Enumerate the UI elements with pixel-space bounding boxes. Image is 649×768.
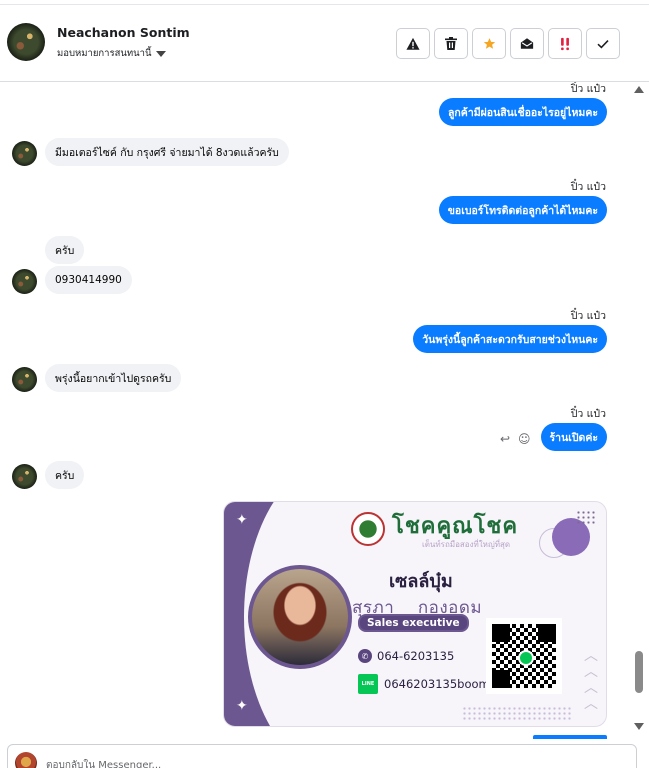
message-thread[interactable]: ปิ๋ว แป๋ว ลูกค้ามีผ่อนสินเชื่ออะไรอยู่ไห…	[0, 82, 630, 740]
card-phone-row: ✆ 064-6203135	[358, 649, 454, 663]
brand-logo-icon	[351, 512, 385, 546]
contact-name[interactable]: Neachanon Sontim	[57, 25, 190, 40]
card-tagline: เต็นท์รถมือสองที่ใหญ่ที่สุด	[422, 540, 511, 549]
contact-avatar-small[interactable]	[12, 269, 37, 294]
delete-button[interactable]	[434, 28, 468, 59]
sparkle-icon: ✦	[236, 512, 248, 528]
phone-icon: ✆	[358, 649, 372, 663]
trash-icon	[445, 37, 457, 50]
contact-avatar-small[interactable]	[12, 367, 37, 392]
chevron-down-icon	[155, 50, 166, 57]
contact-avatar-small[interactable]	[12, 464, 37, 489]
report-spam-button[interactable]	[396, 28, 430, 59]
mark-done-button[interactable]	[586, 28, 620, 59]
warning-icon	[406, 37, 420, 50]
seen-indicator: ปิ๋ว แป๋ว	[570, 181, 606, 193]
outgoing-message[interactable]: ขอเบอร์โทรติดต่อลูกค้าได้ไหมคะ	[438, 196, 607, 224]
page-avatar	[15, 752, 37, 768]
star-button[interactable]	[472, 28, 506, 59]
chevron-decor-icon: ︿ ︿ ︿ ︿	[584, 648, 598, 712]
business-card-image[interactable]: ✦ ✦ โชคคูณโชค เต็นท์รถมือสองที่ใหญ่ที่สุ…	[223, 501, 607, 727]
scroll-down-icon[interactable]	[634, 723, 644, 730]
thread-scrollbar[interactable]	[630, 82, 649, 740]
assign-label: มอบหมายการสนทนานี้	[57, 48, 152, 59]
incoming-message[interactable]: มีมอเตอร์ไซค์ กับ กรุงศรี จ่ายมาได้ 8งวด…	[45, 138, 289, 166]
scroll-thumb[interactable]	[635, 651, 643, 693]
react-emoji-icon[interactable]: ☺	[518, 432, 531, 446]
star-icon	[483, 38, 495, 49]
outgoing-message[interactable]: ร้านเปิดค่ะ	[540, 423, 607, 451]
card-line-row: LINE 0646203135boom	[358, 674, 490, 694]
decor-dot-grid	[462, 706, 572, 720]
check-icon	[597, 39, 609, 49]
incoming-message[interactable]: ครับ	[45, 236, 85, 264]
qr-code	[486, 618, 562, 694]
seen-indicator: ปิ๋ว แป๋ว	[570, 83, 606, 95]
seen-indicator: ปิ๋ว แป๋ว	[570, 310, 606, 322]
card-job-title: Sales executive	[358, 614, 469, 632]
outgoing-message-partial	[533, 735, 607, 739]
incoming-message[interactable]: พรุ่งนี้อยากเข้าไปดูรถครับ	[45, 364, 182, 392]
mark-unread-button[interactable]	[510, 28, 544, 59]
seen-indicator: ปิ๋ว แป๋ว	[570, 408, 606, 420]
contact-avatar[interactable]	[7, 23, 45, 61]
decor-dots	[576, 510, 596, 526]
outgoing-message[interactable]: ลูกค้ามีผ่อนสินเชื่ออะไรอยู่ไหมคะ	[439, 98, 607, 126]
salesperson-photo	[248, 565, 352, 669]
reply-icon[interactable]: ↩	[500, 432, 510, 446]
reply-composer[interactable]: ตอบกลับใน Messenger...	[7, 744, 637, 768]
envelope-open-icon	[520, 38, 534, 49]
assign-conversation-dropdown[interactable]: มอบหมายการสนทนานี้	[57, 46, 166, 61]
incoming-message[interactable]: 0930414990	[45, 266, 132, 294]
sparkle-icon: ✦	[236, 698, 248, 714]
contact-avatar-small[interactable]	[12, 141, 37, 166]
card-phone: 064-6203135	[377, 649, 455, 663]
card-nickname: เซลล์บุ๋ม	[389, 571, 453, 592]
reply-input[interactable]: ตอบกลับใน Messenger...	[46, 758, 161, 768]
card-line-id: 0646203135boom	[384, 677, 490, 691]
outgoing-message[interactable]: วันพรุ่งนี้ลูกค้าสะดวกรับสายช่วงไหนคะ	[413, 325, 607, 353]
exclamation-icon	[561, 37, 569, 50]
conversation-header: Neachanon Sontim มอบหมายการสนทนานี้	[0, 5, 649, 82]
follow-up-button[interactable]	[548, 28, 582, 59]
incoming-message[interactable]: ครับ	[45, 461, 85, 489]
line-app-icon: LINE	[358, 674, 378, 694]
scroll-up-icon[interactable]	[634, 86, 644, 93]
